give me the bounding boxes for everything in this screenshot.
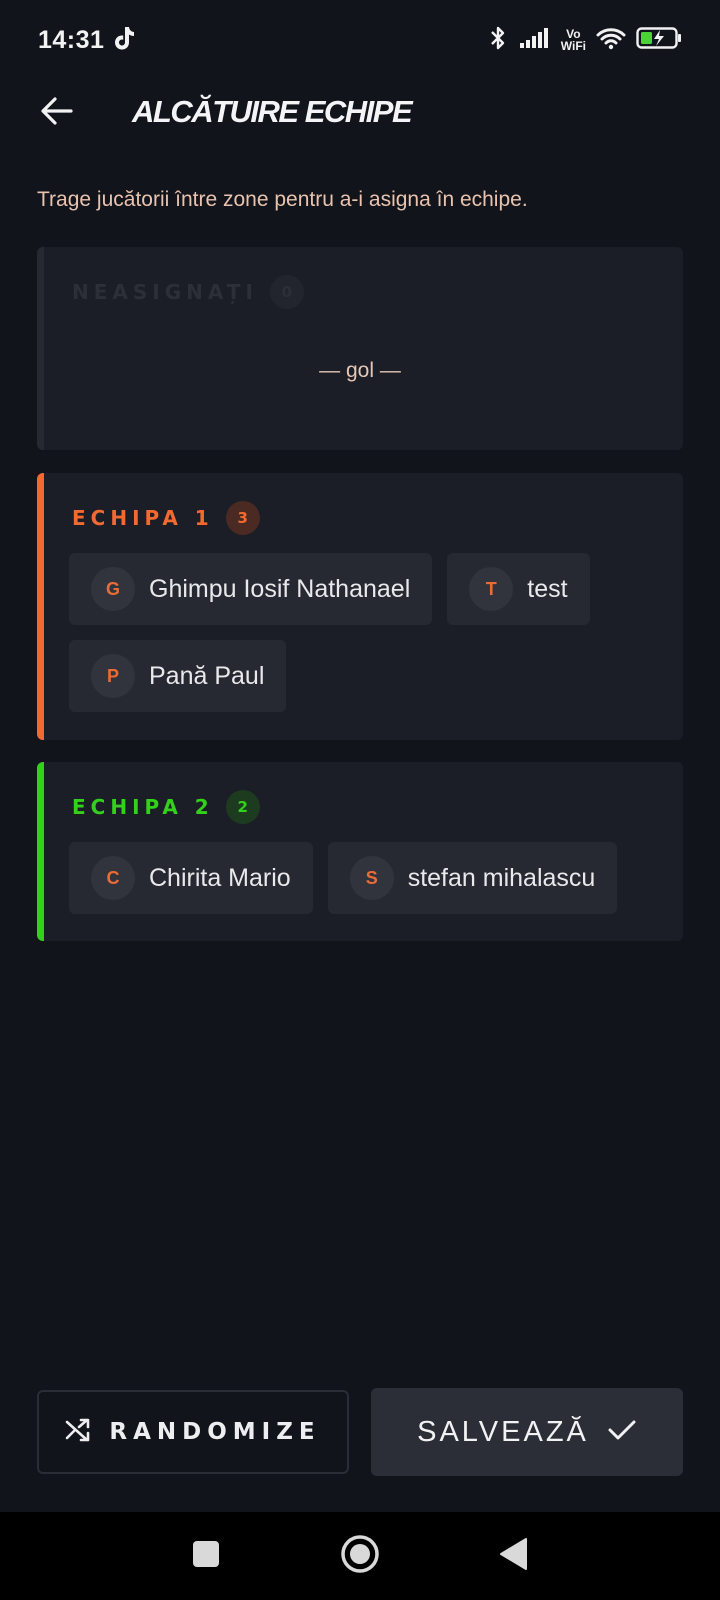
player-chip[interactable]: G Ghimpu Iosif Nathanael <box>69 553 433 625</box>
empty-placeholder: — gol — <box>319 359 401 382</box>
checkmark-icon <box>607 1418 637 1447</box>
square-icon <box>192 1540 220 1573</box>
player-name: Pană Paul <box>149 661 265 690</box>
status-left: 14:31 <box>38 25 136 56</box>
randomize-button[interactable]: RANDOMIZE <box>37 1390 349 1474</box>
team1-player-list: G Ghimpu Iosif Nathanael T test P Pană P… <box>69 553 663 712</box>
player-name: stefan mihalascu <box>407 863 596 892</box>
unassigned-zone-header: NEASIGNAȚI 0 <box>72 275 304 309</box>
team2-title: ECHIPA 2 <box>72 795 214 819</box>
team1-title: ECHIPA 1 <box>72 506 214 530</box>
instructions-text: Trage jucătorii între zone pentru a-i as… <box>37 188 528 211</box>
team2-zone[interactable]: ECHIPA 2 2 C Chirita Mario S stefan miha… <box>37 762 683 941</box>
tiktok-icon <box>112 25 136 56</box>
player-chip[interactable]: S stefan mihalascu <box>327 842 618 914</box>
team2-count-badge: 2 <box>225 790 260 824</box>
home-button[interactable] <box>338 1534 382 1578</box>
page-title: ALCĂTUIRE ECHIPE <box>132 94 413 129</box>
player-avatar: S <box>349 856 394 900</box>
bluetooth-icon <box>487 24 509 57</box>
player-name: test <box>527 574 568 603</box>
player-name: Chirita Mario <box>149 863 291 892</box>
shuffle-icon <box>65 1417 91 1448</box>
team1-zone-header: ECHIPA 1 3 <box>72 501 260 535</box>
player-chip[interactable]: C Chirita Mario <box>69 842 313 914</box>
status-right: Vo WiFi <box>487 24 682 57</box>
back-button[interactable] <box>32 88 82 138</box>
save-label: SALVEAZĂ <box>417 1415 589 1448</box>
randomize-label: RANDOMIZE <box>109 1419 321 1445</box>
player-avatar: P <box>91 654 135 698</box>
triangle-back-icon <box>499 1537 529 1576</box>
vowifi-indicator: Vo WiFi <box>561 28 586 52</box>
save-button[interactable]: SALVEAZĂ <box>371 1388 683 1476</box>
vowifi-bottom: WiFi <box>560 39 586 53</box>
arrow-left-icon <box>40 96 74 131</box>
team2-player-list: C Chirita Mario S stefan mihalascu <box>69 842 663 914</box>
battery-icon <box>636 26 682 55</box>
team2-zone-header: ECHIPA 2 2 <box>72 790 260 824</box>
player-chip[interactable]: T test <box>447 553 590 625</box>
signal-icon <box>519 27 551 54</box>
player-avatar: G <box>91 567 135 611</box>
player-name: Ghimpu Iosif Nathanael <box>149 574 411 603</box>
wifi-icon <box>596 26 626 55</box>
team1-zone[interactable]: ECHIPA 1 3 G Ghimpu Iosif Nathanael T te… <box>37 473 683 740</box>
home-circle-icon <box>340 1534 380 1579</box>
system-navigation-bar <box>0 1512 720 1600</box>
back-nav-button[interactable] <box>492 1534 536 1578</box>
status-time: 14:31 <box>38 25 105 54</box>
app-header: ALCĂTUIRE ECHIPE <box>0 80 720 146</box>
player-chip[interactable]: P Pană Paul <box>69 640 287 712</box>
unassigned-count-badge: 0 <box>269 275 304 309</box>
player-avatar: T <box>469 567 514 611</box>
player-avatar: C <box>91 856 135 900</box>
unassigned-zone[interactable]: NEASIGNAȚI 0 — gol — <box>37 247 683 450</box>
unassigned-zone-title: NEASIGNAȚI <box>72 280 258 304</box>
status-bar: 14:31 Vo WiFi <box>0 0 720 80</box>
recents-button[interactable] <box>184 1534 228 1578</box>
team1-count-badge: 3 <box>225 501 260 535</box>
